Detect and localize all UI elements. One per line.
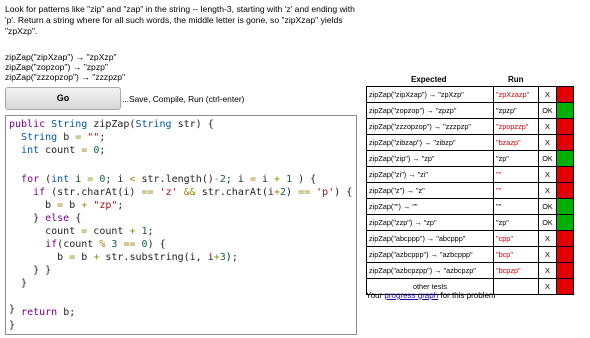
run-cell: "bcp" [493, 246, 539, 263]
expected-cell: zipZap("abcppp") → "abcppp" [366, 230, 494, 247]
run-cell: "" [493, 198, 539, 215]
results-row: zipZap("zip") → "zp" "zp" OK [366, 150, 574, 167]
progress-graph-text: Your progress graph for this problem [366, 291, 496, 300]
status-color-cell [556, 86, 574, 103]
expected-cell: zipZap("zopzop") → "zpzp" [366, 102, 494, 119]
expected-cell: zipZap("azbcppp") → "azbcppp" [366, 246, 494, 263]
results-row: zipZap("") → "" "" OK [366, 198, 574, 215]
status-color-cell [556, 134, 574, 151]
code-line: String b = ""; [21, 132, 106, 143]
results-row: zipZap("zzzopzop") → "zzzpzp" "zpopzzp" X [366, 118, 574, 135]
status-cell: X [538, 182, 557, 199]
code-line: for (int i = 0; i < str.length()-2; i = … [21, 174, 317, 185]
run-cell: "" [493, 166, 539, 183]
run-cell: "cpp" [493, 230, 539, 247]
results-row: zipZap("azbcppp") → "azbcppp" "bcp" X [366, 246, 574, 263]
status-cell: OK [538, 198, 557, 215]
status-color-cell [556, 198, 574, 215]
code-line: } [9, 265, 40, 276]
progress-graph-link[interactable]: progress graph [384, 291, 438, 300]
code-line: public String zipZap(String str) { [9, 119, 214, 130]
expected-cell: zipZap("zip") → "zp" [366, 150, 494, 167]
status-color-cell [556, 262, 574, 279]
expected-cell: zipZap("zzzopzop") → "zzzpzp" [366, 118, 494, 135]
results-row: zipZap("zzp") → "zp" "zp" OK [366, 214, 574, 231]
status-color-cell [556, 118, 574, 135]
results-row: zipZap("zipXzap") → "zpXzp" "zpXzazp" X [366, 86, 574, 103]
problem-description: Look for patterns like "zip" and "zap" i… [5, 4, 355, 36]
code-line: } else { [9, 213, 82, 224]
code-line: int count = 0; [21, 145, 106, 156]
code-line: count = count + 1; [9, 226, 154, 237]
code-editor[interactable]: public String zipZap(String str) { Strin… [5, 115, 357, 335]
expected-cell: zipZap("azbcpzpp") → "azbcpzp" [366, 262, 494, 279]
expected-cell: zipZap("zibzap") → "zibzp" [366, 134, 494, 151]
run-cell: "zpXzazp" [493, 86, 539, 103]
run-cell: "bzazp" [493, 134, 539, 151]
status-color-cell [556, 214, 574, 231]
expected-cell: zipZap("zzp") → "zp" [366, 214, 494, 231]
results-row: zipZap("zi") → "zi" "" X [366, 166, 574, 183]
results-row: zipZap("z") → "z" "" X [366, 182, 574, 199]
example-line: zipZap("zopzop") → "zpzp" [5, 62, 108, 73]
expected-cell: zipZap("") → "" [366, 198, 494, 215]
results-row: zipZap("zopzop") → "zpzp" "zpzp" OK [366, 102, 574, 119]
status-color-cell [556, 246, 574, 263]
status-cell: X [538, 86, 557, 103]
expected-cell: zipZap("zi") → "zi" [366, 166, 494, 183]
code-line: } [9, 320, 16, 331]
code-line: if (str.charAt(i) == 'z' && str.charAt(i… [33, 187, 353, 198]
run-cell [493, 278, 539, 295]
code-line: } [9, 278, 28, 289]
results-table: zipZap("zipXzap") → "zpXzp" "zpXzazp" Xzip… [366, 86, 574, 295]
status-color-cell [556, 166, 574, 183]
status-color-cell [556, 230, 574, 247]
example-line: zipZap("zipXzap") → "zpXzp" [5, 52, 117, 62]
status-color-cell [556, 102, 574, 119]
results-row: zipZap("azbcpzpp") → "azbcpzp" "bcpzp" X [366, 262, 574, 279]
status-cell: X [538, 262, 557, 279]
status-cell: X [538, 246, 557, 263]
graph-prefix: Your [366, 291, 385, 300]
examples: zipZap("zipXzap") → "zpXzp" zipZap("zopz… [5, 52, 125, 83]
status-cell: X [538, 166, 557, 183]
code-line: if(count % 3 == 0) { [45, 239, 166, 250]
code-line: b = b + str.substring(i, i+3); [9, 252, 238, 263]
status-cell: X [538, 118, 557, 135]
run-cell: "zp" [493, 150, 539, 167]
status-cell: X [538, 230, 557, 247]
status-cell: X [538, 278, 557, 295]
run-cell: "" [493, 182, 539, 199]
status-color-cell [556, 150, 574, 167]
expected-cell: zipZap("zipXzap") → "zpXzp" [366, 86, 494, 103]
run-header: Run [508, 75, 524, 84]
run-cell: "zp" [493, 214, 539, 231]
graph-suffix: for this problem [438, 291, 496, 300]
status-cell: X [538, 134, 557, 151]
status-color-cell [556, 278, 574, 295]
example-line: zipZap("zzzopzop") → "zzzpzp" [5, 72, 126, 83]
code-line: return b; [21, 307, 76, 318]
go-hint: ...Save, Compile, Run (ctrl-enter) [122, 94, 245, 104]
run-cell: "bcpzp" [493, 262, 539, 279]
code-line: b = b + "zp"; [9, 200, 124, 211]
expected-cell: zipZap("z") → "z" [366, 182, 494, 199]
status-cell: OK [538, 102, 557, 119]
status-cell: OK [538, 150, 557, 167]
run-cell: "zpzp" [493, 102, 539, 119]
results-row: zipZap("abcppp") → "abcppp" "cpp" X [366, 230, 574, 247]
status-cell: OK [538, 214, 557, 231]
run-cell: "zpopzzp" [493, 118, 539, 135]
status-color-cell [556, 182, 574, 199]
go-button[interactable]: Go [5, 87, 121, 110]
results-row: zipZap("zibzap") → "zibzp" "bzazp" X [366, 134, 574, 151]
expected-header: Expected [411, 75, 447, 84]
